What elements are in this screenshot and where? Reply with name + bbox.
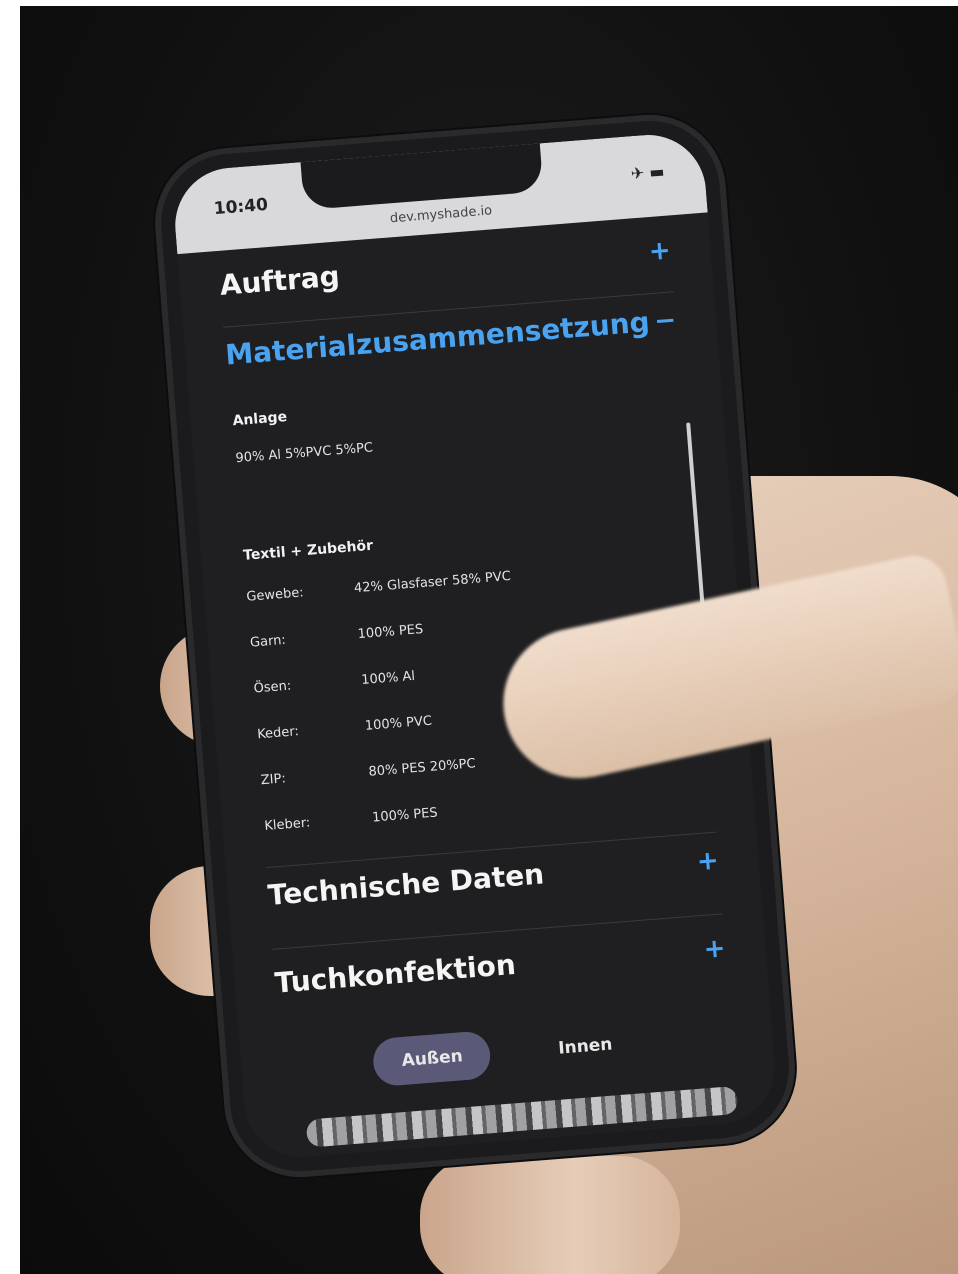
photo-background: 10:40 ✈ ▬ dev.myshade.io Auftrag + Mater… — [20, 6, 958, 1274]
row-value: 42% Glasfaser 58% PVC — [353, 568, 512, 596]
browser-bar: 10:40 ✈ ▬ dev.myshade.io — [170, 130, 708, 255]
section-title-technische: Technische Daten — [266, 857, 546, 912]
status-time: 10:40 — [213, 194, 269, 220]
row-label: Kleber: — [263, 814, 311, 834]
segmented-control: Außen Innen — [240, 1008, 774, 1098]
section-technische[interactable]: Technische Daten + — [267, 844, 720, 912]
expand-icon[interactable]: + — [648, 235, 672, 267]
outside-button[interactable]: Außen — [371, 1030, 493, 1088]
row-value: 80% PES 20%PC — [367, 755, 477, 780]
inside-button[interactable]: Innen — [529, 1018, 643, 1074]
row-label: Ösen: — [253, 678, 292, 696]
row-label: Gewebe: — [245, 584, 305, 605]
section-material[interactable]: Materialzusammensetzung − — [224, 303, 677, 372]
row-label: Keder: — [256, 723, 300, 742]
row-value: 100% Al — [360, 668, 416, 688]
row-label: Garn: — [249, 632, 287, 651]
collapse-icon[interactable]: − — [653, 305, 677, 337]
row-label: ZIP: — [260, 770, 287, 788]
home-indicator — [305, 1085, 739, 1148]
airplane-battery-icon: ✈ ▬ — [630, 161, 666, 184]
anlage-value: 90% Al 5%PVC 5%PC — [234, 440, 374, 467]
row-value: 100% PVC — [364, 713, 433, 734]
finger-lower — [420, 1156, 680, 1274]
row-value: 100% PES — [371, 804, 439, 826]
scrollbar[interactable] — [686, 422, 706, 623]
row-value: 100% PES — [357, 621, 424, 642]
section-title-auftrag: Auftrag — [218, 259, 341, 302]
section-tuch[interactable]: Tuchkonfektion + — [273, 931, 727, 1000]
section-title-material: Materialzusammensetzung — [224, 305, 651, 372]
expand-icon[interactable]: + — [696, 845, 720, 877]
anlage-block: Anlage 90% Al 5%PVC 5%PC — [232, 380, 665, 467]
expand-icon[interactable]: + — [703, 933, 727, 965]
notch — [300, 143, 544, 211]
section-title-tuch: Tuchkonfektion — [273, 947, 517, 1000]
